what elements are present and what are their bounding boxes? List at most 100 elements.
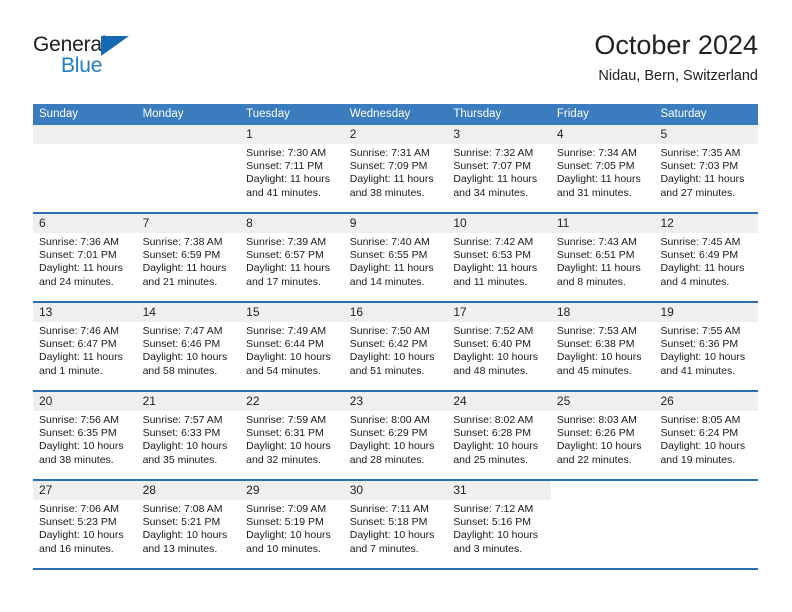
daylight-text-line1: Daylight: 11 hours <box>660 173 745 186</box>
daylight-text-line2: and 48 minutes. <box>453 364 529 377</box>
calendar-day-cell[interactable]: 30 Sunrise: 7:11 AM Sunset: 5:18 PM Dayligh… <box>343 481 448 568</box>
calendar-day-cell[interactable]: 1 Sunrise: 7:30 AM Sunset: 7:11 PM Daylight… <box>240 125 344 212</box>
daylight-text-line2: and 1 minute. <box>39 364 103 377</box>
logo-triangle-icon <box>101 36 129 56</box>
calendar-day-cell[interactable]: 10 Sunrise: 7:42 AM Sunset: 6:53 PM Dayligh… <box>447 214 551 301</box>
calendar-day-cell[interactable]: 27 Sunrise: 7:06 AM Sunset: 5:23 PM Dayligh… <box>33 481 137 568</box>
calendar-day-cell[interactable]: 31 Sunrise: 7:12 AM Sunset: 5:16 PM Dayligh… <box>447 481 551 568</box>
sunset-text: Sunset: 6:59 PM <box>142 249 221 262</box>
calendar-day-cell[interactable]: 13 Sunrise: 7:46 AM Sunset: 6:47 PM Dayligh… <box>33 303 137 390</box>
sunset-text: Sunset: 5:18 PM <box>349 516 428 529</box>
day-number: 17 <box>447 303 551 322</box>
day-details: Sunrise: 8:00 AM Sunset: 6:29 PM Daylight:… <box>344 411 448 467</box>
daylight-text-line2: and 16 minutes. <box>39 542 114 555</box>
calendar-day-cell-empty <box>136 125 241 212</box>
calendar-day-cell[interactable]: 11 Sunrise: 7:43 AM Sunset: 6:51 PM Dayligh… <box>550 214 655 301</box>
calendar-day-cell[interactable]: 17 Sunrise: 7:52 AM Sunset: 6:40 PM Dayligh… <box>447 303 551 390</box>
sunrise-text: Sunrise: 7:42 AM <box>453 236 534 248</box>
daylight-text-line1: Daylight: 10 hours <box>556 440 642 453</box>
calendar-day-cell[interactable]: 20 Sunrise: 7:56 AM Sunset: 6:35 PM Dayligh… <box>33 392 137 479</box>
day-details: Sunrise: 8:03 AM Sunset: 6:26 PM Daylight:… <box>551 411 655 467</box>
sunset-text: Sunset: 7:03 PM <box>660 160 739 173</box>
weekday-header-friday: Friday <box>556 108 589 120</box>
sunset-text: Sunset: 6:26 PM <box>556 427 635 440</box>
day-details: Sunrise: 7:45 AM Sunset: 6:49 PM Daylight:… <box>654 233 758 289</box>
daylight-text-line2: and 4 minutes. <box>660 275 730 288</box>
daylight-text-line2: and 19 minutes. <box>660 453 736 466</box>
sunset-text: Sunset: 6:36 PM <box>660 338 739 351</box>
calendar-day-cell[interactable]: 6 Sunrise: 7:36 AM Sunset: 7:01 PM Daylight… <box>33 214 137 301</box>
sunrise-text: Sunrise: 7:59 AM <box>246 414 327 426</box>
daylight-text-line2: and 41 minutes. <box>660 364 736 377</box>
calendar-day-cell[interactable]: 21 Sunrise: 7:57 AM Sunset: 6:33 PM Dayligh… <box>136 392 241 479</box>
day-details: Sunrise: 8:05 AM Sunset: 6:24 PM Daylight:… <box>654 411 758 467</box>
weekday-header-wednesday: Wednesday <box>349 108 411 120</box>
sunrise-text: Sunrise: 7:12 AM <box>453 503 534 515</box>
sunset-text: Sunset: 6:42 PM <box>349 338 428 351</box>
sunset-text: Sunset: 7:11 PM <box>246 160 324 173</box>
calendar-day-cell[interactable]: 23 Sunrise: 8:00 AM Sunset: 6:29 PM Dayligh… <box>343 392 448 479</box>
sunrise-text: Sunrise: 7:46 AM <box>39 325 119 337</box>
day-details: Sunrise: 7:52 AM Sunset: 6:40 PM Daylight:… <box>447 322 551 378</box>
calendar-day-cell[interactable]: 16 Sunrise: 7:50 AM Sunset: 6:42 PM Dayligh… <box>343 303 448 390</box>
day-number <box>551 481 655 500</box>
day-number: 11 <box>550 214 655 233</box>
calendar-week-row: 27 Sunrise: 7:06 AM Sunset: 5:23 PM Dayligh… <box>33 481 758 570</box>
daylight-text-line1: Daylight: 11 hours <box>142 262 227 275</box>
calendar-day-cell[interactable]: 15 Sunrise: 7:49 AM Sunset: 6:44 PM Dayligh… <box>240 303 344 390</box>
page-subtitle: Nidau, Bern, Switzerland <box>598 68 758 85</box>
calendar-day-cell[interactable]: 4 Sunrise: 7:34 AM Sunset: 7:05 PM Daylight… <box>550 125 655 212</box>
calendar-day-cell[interactable]: 12 Sunrise: 7:45 AM Sunset: 6:49 PM Dayligh… <box>654 214 759 301</box>
calendar-week-row: 13 Sunrise: 7:46 AM Sunset: 6:47 PM Dayligh… <box>33 303 759 392</box>
sunset-text: Sunset: 5:16 PM <box>453 516 531 529</box>
calendar-day-cell[interactable]: 22 Sunrise: 7:59 AM Sunset: 6:31 PM Dayligh… <box>240 392 344 479</box>
sunrise-text: Sunrise: 7:36 AM <box>39 236 119 248</box>
sunrise-text: Sunrise: 7:45 AM <box>660 236 741 248</box>
calendar-day-cell[interactable]: 18 Sunrise: 7:53 AM Sunset: 6:38 PM Dayligh… <box>550 303 655 390</box>
daylight-text-line1: Daylight: 11 hours <box>660 262 745 275</box>
sunset-text: Sunset: 6:40 PM <box>453 338 531 351</box>
daylight-text-line2: and 28 minutes. <box>349 453 425 466</box>
daylight-text-line2: and 17 minutes. <box>246 275 321 288</box>
calendar-day-cell[interactable]: 7 Sunrise: 7:38 AM Sunset: 6:59 PM Daylight… <box>136 214 241 301</box>
day-details: Sunrise: 7:06 AM Sunset: 5:23 PM Daylight:… <box>33 500 137 556</box>
sunrise-text: Sunrise: 7:08 AM <box>142 503 223 515</box>
calendar-day-cell[interactable]: 19 Sunrise: 7:55 AM Sunset: 6:36 PM Dayligh… <box>654 303 759 390</box>
sunrise-text: Sunrise: 7:11 AM <box>349 503 429 515</box>
day-details: Sunrise: 7:57 AM Sunset: 6:33 PM Daylight:… <box>137 411 241 467</box>
calendar-day-cell[interactable]: 25 Sunrise: 8:03 AM Sunset: 6:26 PM Dayligh… <box>550 392 655 479</box>
day-number: 31 <box>447 481 551 500</box>
daylight-text-line2: and 8 minutes. <box>556 275 626 288</box>
calendar-weeks: 1 Sunrise: 7:30 AM Sunset: 7:11 PM Daylight… <box>33 125 759 570</box>
weekday-header-saturday: Saturday <box>660 108 707 120</box>
calendar-day-cell[interactable]: 24 Sunrise: 8:02 AM Sunset: 6:28 PM Dayligh… <box>447 392 551 479</box>
sunset-text: Sunset: 6:31 PM <box>246 427 324 440</box>
calendar-day-cell[interactable]: 5 Sunrise: 7:35 AM Sunset: 7:03 PM Daylight… <box>654 125 759 212</box>
calendar-day-cell[interactable]: 9 Sunrise: 7:40 AM Sunset: 6:55 PM Daylight… <box>343 214 448 301</box>
daylight-text-line2: and 10 minutes. <box>246 542 321 555</box>
day-number: 4 <box>550 125 655 144</box>
daylight-text-line2: and 25 minutes. <box>453 453 529 466</box>
day-number: 10 <box>447 214 551 233</box>
calendar-day-cell[interactable]: 3 Sunrise: 7:32 AM Sunset: 7:07 PM Daylight… <box>447 125 551 212</box>
day-details: Sunrise: 7:55 AM Sunset: 6:36 PM Daylight:… <box>654 322 758 378</box>
day-number: 25 <box>550 392 655 411</box>
sunrise-text: Sunrise: 7:34 AM <box>556 147 637 159</box>
calendar-day-cell[interactable]: 28 Sunrise: 7:08 AM Sunset: 5:21 PM Dayligh… <box>136 481 241 568</box>
daylight-text-line2: and 13 minutes. <box>142 542 218 555</box>
calendar-day-cell[interactable]: 26 Sunrise: 8:05 AM Sunset: 6:24 PM Dayligh… <box>654 392 759 479</box>
calendar-day-cell[interactable]: 2 Sunrise: 7:31 AM Sunset: 7:09 PM Daylight… <box>343 125 448 212</box>
day-number: 23 <box>343 392 448 411</box>
daylight-text-line2: and 3 minutes. <box>453 542 523 555</box>
daylight-text-line1: Daylight: 11 hours <box>556 173 641 186</box>
daylight-text-line1: Daylight: 11 hours <box>246 262 331 275</box>
daylight-text-line2: and 31 minutes. <box>556 186 632 199</box>
calendar-day-cell[interactable]: 29 Sunrise: 7:09 AM Sunset: 5:19 PM Dayligh… <box>240 481 344 568</box>
day-details: Sunrise: 7:49 AM Sunset: 6:44 PM Daylight:… <box>240 322 344 378</box>
calendar-day-cell[interactable]: 8 Sunrise: 7:39 AM Sunset: 6:57 PM Daylight… <box>240 214 344 301</box>
day-details: Sunrise: 7:09 AM Sunset: 5:19 PM Daylight:… <box>240 500 344 556</box>
daylight-text-line1: Daylight: 10 hours <box>453 440 538 453</box>
sunset-text: Sunset: 5:21 PM <box>142 516 221 529</box>
calendar-day-cell[interactable]: 14 Sunrise: 7:47 AM Sunset: 6:46 PM Dayligh… <box>136 303 241 390</box>
calendar-week-row: 1 Sunrise: 7:30 AM Sunset: 7:11 PM Daylight… <box>33 125 759 214</box>
